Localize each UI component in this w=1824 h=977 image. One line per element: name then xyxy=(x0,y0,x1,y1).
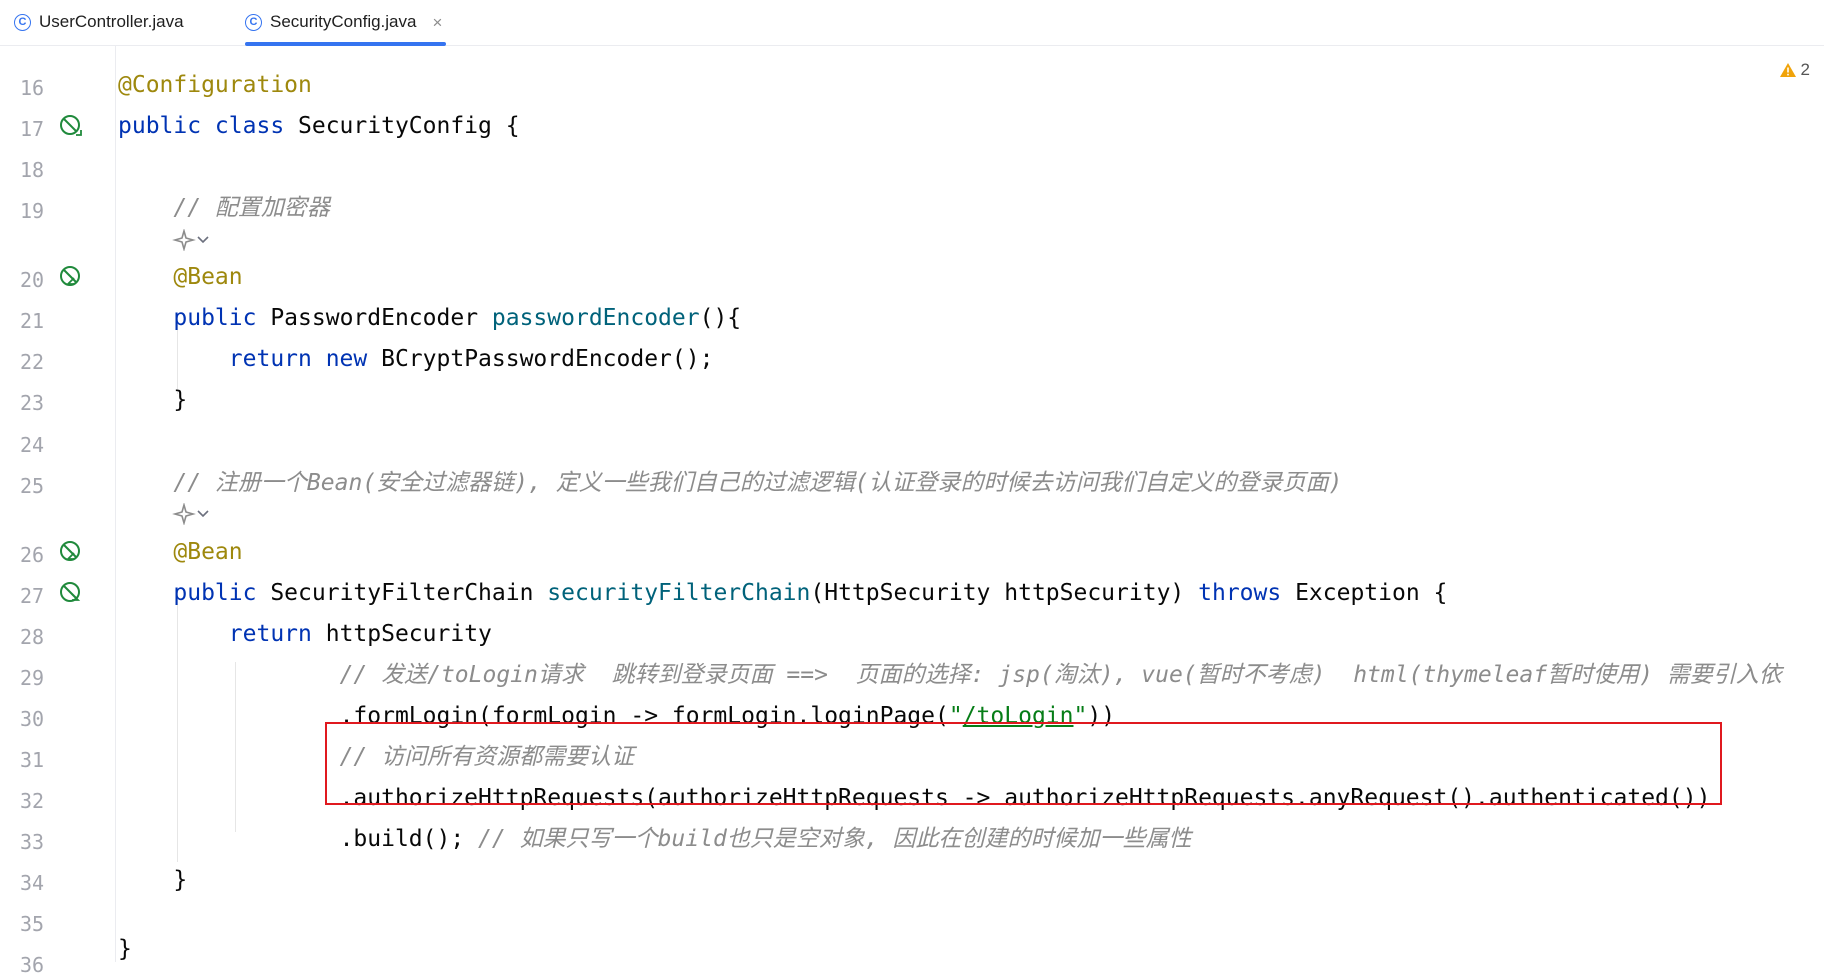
code-line-20[interactable]: @Bean xyxy=(118,264,243,290)
inspection-widget[interactable]: 2 xyxy=(1779,60,1810,80)
code-line-34[interactable]: } xyxy=(118,867,187,893)
line-number: 33 xyxy=(20,830,45,854)
line-number: 18 xyxy=(20,158,45,182)
comment: // 如果只写一个build也只是空对象, 因此在创建的时候加一些属性 xyxy=(478,826,1192,852)
tab-label: UserController.java xyxy=(39,12,184,31)
return-type: PasswordEncoder xyxy=(256,305,492,331)
class-icon: C xyxy=(245,13,262,31)
method-name: passwordEncoder xyxy=(491,305,700,331)
bean-method-icon[interactable] xyxy=(58,264,84,290)
code-line-21[interactable]: public PasswordEncoder passwordEncoder()… xyxy=(118,305,741,331)
code-line-23[interactable]: } xyxy=(118,387,187,413)
code-text: SecurityConfig { xyxy=(284,113,520,139)
keyword: return xyxy=(228,621,312,647)
ai-actions-icon[interactable] xyxy=(172,228,222,252)
code-line-33[interactable]: .build(); // 如果只写一个build也只是空对象, 因此在创建的时候… xyxy=(118,826,1192,852)
line-number: 34 xyxy=(20,871,45,895)
code-text: httpSecurity xyxy=(311,621,492,647)
ai-actions-icon[interactable] xyxy=(172,502,222,526)
code-line-27[interactable]: public SecurityFilterChain securityFilte… xyxy=(118,580,1447,606)
method-params: (HttpSecurity httpSecurity) xyxy=(810,580,1199,606)
code-text: Exception { xyxy=(1281,580,1448,606)
editor-tab-bar: C UserController.java C SecurityConfig.j… xyxy=(0,0,1824,46)
sparkle-icon xyxy=(172,229,196,251)
line-number: 29 xyxy=(20,666,45,690)
bean-method-icon[interactable] xyxy=(58,580,84,606)
annotation: @Bean xyxy=(173,539,243,565)
line-number: 23 xyxy=(20,391,45,415)
comment: // 发送/toLogin请求 跳转到登录页面 ==> 页面的选择: jsp(淘… xyxy=(339,662,1782,688)
line-number: 26 xyxy=(20,543,45,567)
line-number: 36 xyxy=(20,953,45,977)
line-number: 35 xyxy=(20,912,45,936)
line-number: 24 xyxy=(20,433,45,457)
code-line-19[interactable]: // 配置加密器 xyxy=(118,195,330,221)
sparkle-icon xyxy=(172,503,196,525)
line-number: 27 xyxy=(20,584,45,608)
code-text: } xyxy=(173,387,188,413)
class-icon: C xyxy=(14,13,31,31)
warning-triangle-icon xyxy=(1779,63,1796,77)
tab-label: SecurityConfig.java xyxy=(270,12,417,31)
code-line-22[interactable]: return new BCryptPasswordEncoder(); xyxy=(118,346,714,372)
comment: // 配置加密器 xyxy=(173,195,330,221)
annotation: @Configuration xyxy=(118,72,312,98)
line-number: 22 xyxy=(20,350,45,374)
code-line-29[interactable]: // 发送/toLogin请求 跳转到登录页面 ==> 页面的选择: jsp(淘… xyxy=(118,662,1782,688)
gutter-separator xyxy=(115,46,116,962)
keyword: public xyxy=(173,305,257,331)
code-text: BCryptPasswordEncoder(); xyxy=(367,346,714,372)
line-number: 17 xyxy=(20,117,45,141)
code-text: } xyxy=(173,867,188,893)
keyword: public xyxy=(173,580,257,606)
line-number: 28 xyxy=(20,625,45,649)
code-text: } xyxy=(118,936,132,962)
keyword: return new xyxy=(228,346,368,372)
line-number: 25 xyxy=(20,474,45,498)
code-line-28[interactable]: return httpSecurity xyxy=(118,621,492,647)
code-line-16[interactable]: @Configuration xyxy=(118,72,312,98)
code-text: .build(); xyxy=(339,826,479,852)
line-number: 21 xyxy=(20,309,45,333)
keyword: public class xyxy=(118,113,285,139)
line-number: 16 xyxy=(20,76,45,100)
close-icon[interactable]: × xyxy=(432,14,442,31)
code-line-25[interactable]: // 注册一个Bean(安全过滤器链), 定义一些我们自己的过滤逻辑(认证登录的… xyxy=(118,470,1342,496)
code-line-26[interactable]: @Bean xyxy=(118,539,243,565)
comment: // 注册一个Bean(安全过滤器链), 定义一些我们自己的过滤逻辑(认证登录的… xyxy=(173,470,1343,496)
bean-method-icon[interactable] xyxy=(58,539,84,565)
code-line-36[interactable]: } xyxy=(118,936,132,962)
tab-securityconfig[interactable]: C SecurityConfig.java × xyxy=(245,0,447,46)
keyword: throws xyxy=(1198,580,1282,606)
warning-count: 2 xyxy=(1800,60,1810,79)
method-name: securityFilterChain xyxy=(547,580,811,606)
code-text: (){ xyxy=(699,305,742,331)
line-number: 32 xyxy=(20,789,45,813)
annotation: @Bean xyxy=(173,264,243,290)
line-number: 30 xyxy=(20,707,45,731)
chevron-down-icon xyxy=(197,510,209,518)
line-number: 31 xyxy=(20,748,45,772)
line-number: 20 xyxy=(20,268,45,292)
bean-config-icon[interactable] xyxy=(58,113,84,139)
return-type: SecurityFilterChain xyxy=(256,580,548,606)
line-number: 19 xyxy=(20,199,45,223)
code-line-17[interactable]: public class SecurityConfig { xyxy=(118,113,520,139)
chevron-down-icon xyxy=(197,236,209,244)
tab-usercontroller[interactable]: C UserController.java xyxy=(14,0,184,44)
highlight-box xyxy=(325,722,1722,805)
